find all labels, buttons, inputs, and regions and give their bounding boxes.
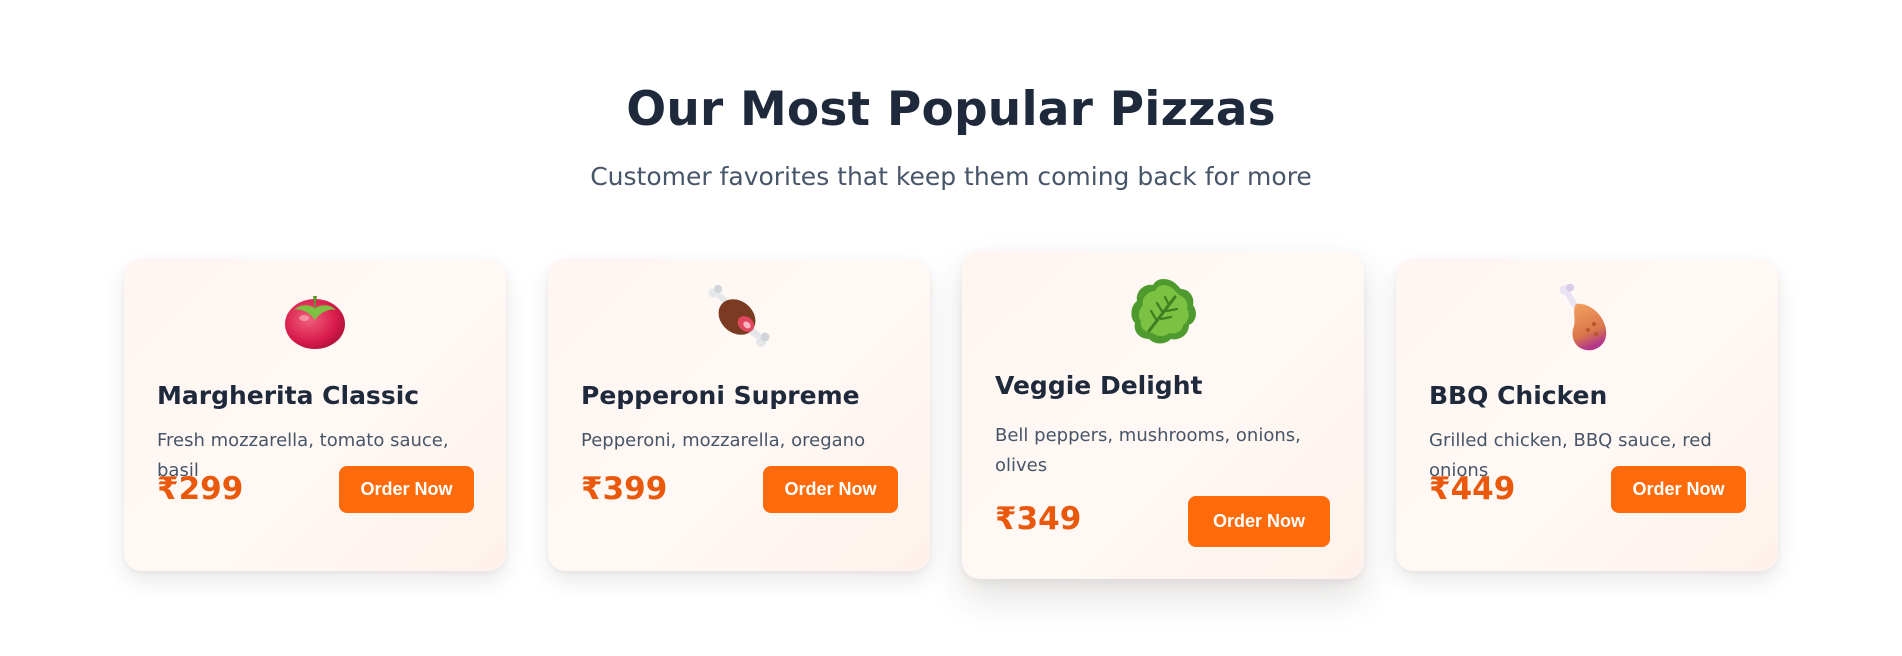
pizza-name: Veggie Delight	[995, 371, 1203, 400]
order-now-button[interactable]: Order Now	[763, 466, 898, 513]
pizza-name: Pepperoni Supreme	[581, 381, 860, 410]
pizza-price: ₹299	[157, 471, 244, 507]
meat-on-bone-icon	[548, 283, 930, 355]
pizza-name: BBQ Chicken	[1429, 381, 1608, 410]
section-subtitle: Customer favorites that keep them coming…	[590, 162, 1312, 191]
pizza-price: ₹449	[1429, 471, 1516, 507]
leafy-green-icon	[962, 275, 1364, 347]
pizza-description: Pepperoni, mozzarella, oregano	[581, 430, 866, 451]
pizza-name: Margherita Classic	[157, 381, 420, 410]
popular-pizzas-section: Our Most Popular Pizzas Customer favorit…	[0, 0, 1902, 656]
pizza-card-margherita: Margherita Classic Fresh mozzarella, tom…	[124, 259, 506, 571]
pizza-price: ₹349	[995, 501, 1082, 537]
order-now-button[interactable]: Order Now	[1611, 466, 1746, 513]
pizza-card-pepperoni: Pepperoni Supreme Pepperoni, mozzarella,…	[548, 259, 930, 571]
pizza-card-veggie: Veggie Delight Bell peppers, mushrooms, …	[962, 251, 1364, 579]
pizza-description: Bell peppers, mushrooms, onions, olives	[995, 425, 1301, 476]
tomato-icon	[124, 283, 506, 355]
order-now-button[interactable]: Order Now	[1188, 496, 1330, 547]
section-title: Our Most Popular Pizzas	[626, 82, 1276, 137]
pizza-card-bbq-chicken: BBQ Chicken Grilled chicken, BBQ sauce, …	[1396, 259, 1778, 571]
poultry-leg-icon	[1396, 283, 1778, 355]
pizza-price: ₹399	[581, 471, 668, 507]
order-now-button[interactable]: Order Now	[339, 466, 474, 513]
